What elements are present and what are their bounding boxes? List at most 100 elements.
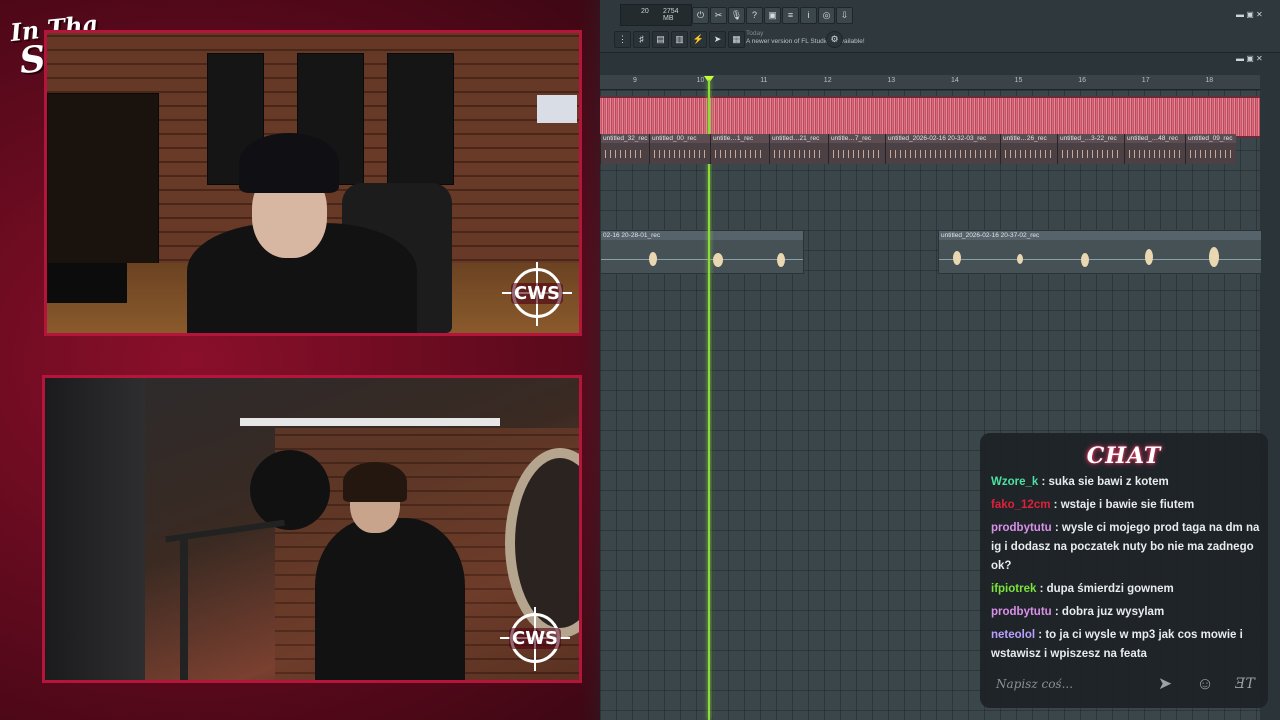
timeline-ruler[interactable]: 9 10 11 12 13 14 15 16 17 18 [600, 75, 1260, 90]
wall-poster [537, 95, 577, 123]
audio-clip[interactable]: untitle…7_rec [828, 134, 885, 164]
rapper-hair [343, 462, 407, 502]
news-day: Today [746, 30, 764, 37]
ruler-bar-number: 18 [1205, 77, 1214, 84]
emoji-icon[interactable]: ☺ [1194, 673, 1216, 695]
chat-message: prodbytutu : wysle ci mojego prod taga n… [991, 522, 1260, 572]
clip-label: untitled…21_rec [772, 135, 820, 142]
audio-clip[interactable]: untitled…21_rec [769, 134, 828, 164]
save-icon[interactable]: ▣ [764, 7, 781, 24]
chat-message: fako_12cm : wstaje i bawie sie fiutem [991, 499, 1195, 511]
playlist-window-controls[interactable]: ▬ ▣ ✕ [1236, 54, 1263, 63]
cws-watermark: CWS [502, 262, 572, 326]
audio-clip[interactable]: untitled_…48_rec [1124, 134, 1185, 164]
chat-message: Wzore_k : suka sie bawi z kotem [991, 476, 1169, 488]
cpu-value: 20 [641, 8, 649, 15]
piano-roll-icon[interactable]: ▥ [671, 31, 688, 48]
ruler-bar-number: 15 [1014, 77, 1023, 84]
chat-message: ifpiotrek : dupa śmierdzi gownem [991, 583, 1174, 595]
playlist-icon[interactable]: ▤ [652, 31, 669, 48]
snap-icon[interactable]: ⋮ [614, 31, 631, 48]
microphone [250, 450, 330, 530]
clip-label: untitle…26_rec [1003, 135, 1047, 142]
mic-stand [180, 538, 188, 680]
mic-boom [165, 519, 285, 543]
audio-clip[interactable]: untitled_…3-22_rec [1057, 134, 1124, 164]
webcam-producer: CWS [44, 30, 582, 336]
clip-label: untitled_00_rec [652, 135, 697, 142]
audio-track-waveform[interactable] [600, 96, 1260, 138]
chat-username[interactable]: neteolol [991, 629, 1035, 641]
ruler-bar-number: 11 [760, 77, 768, 84]
ruler-bar-number: 14 [951, 77, 959, 84]
cut-icon[interactable]: ✂ [710, 7, 727, 24]
audio-clip[interactable]: untitle…1_rec [710, 134, 769, 164]
clip-label: untitled_2026-02-16 20-37-02_rec [941, 232, 1040, 239]
ruler-bar-number: 16 [1078, 77, 1086, 84]
browser-icon[interactable]: ➤ [709, 31, 726, 48]
clip-label: untitle…1_rec [713, 135, 754, 142]
chat-text: wstaje i bawie sie fiutem [1060, 499, 1195, 511]
chat-username[interactable]: prodbytutu [991, 606, 1052, 618]
send-icon[interactable]: ➤ [1154, 673, 1176, 695]
chat-title: CHAT [1086, 443, 1162, 469]
news-panel[interactable]: Today A newer version of FL Studio is av… [746, 30, 866, 50]
chat-message: prodbytutu : dobra juz wysylam [991, 606, 1165, 618]
audio-clip[interactable]: untitled_00_rec [649, 134, 710, 164]
clip-label: untitled_09_rec [1188, 135, 1233, 142]
clip-label: 02-16 20-28-01_rec [603, 232, 661, 239]
fl-toolbar: 20 2754 MB ⏻ ✂ 🎙 ? ▣ ≡ i ◎ ⇩ ⋮ ♯ ▤ ▥ ⚡ ➤… [600, 0, 1280, 53]
ruler-bar-number: 12 [823, 77, 832, 84]
mixer-icon[interactable]: ≡ [782, 7, 799, 24]
piano-keyboard [47, 263, 127, 303]
window-controls[interactable]: ▬ ▣ ✕ [1236, 10, 1263, 19]
playhead-line[interactable] [708, 80, 710, 720]
audio-clip[interactable]: untitled_2026-02-16 20-37-02_rec [938, 230, 1262, 274]
webcam-vocal-booth: CWS [42, 375, 582, 683]
plugin-icon[interactable]: ◎ [818, 7, 835, 24]
clip-label: untitled_…48_rec [1127, 135, 1178, 142]
audio-clip[interactable]: untitled_09_rec [1185, 134, 1236, 164]
settings-icon[interactable]: ⚙ [826, 31, 843, 48]
tools-icon[interactable]: ♯ [633, 31, 650, 48]
acoustic-foam [45, 378, 145, 680]
chat-overlay: CHAT Wzore_k : suka sie bawi z kotem fako… [980, 433, 1268, 708]
mic-icon[interactable]: 🎙 [728, 7, 745, 24]
chat-username[interactable]: fako_12cm [991, 499, 1050, 511]
channel-rack-icon[interactable]: ▦ [728, 31, 745, 48]
doorway [47, 93, 159, 285]
cpu-memory-meter: 20 2754 MB [620, 4, 692, 26]
plug-icon[interactable]: ⚡ [690, 31, 707, 48]
ceiling-light [240, 418, 500, 426]
info-icon[interactable]: i [800, 7, 817, 24]
power-icon[interactable]: ⏻ [692, 7, 709, 24]
ruler-bar-number: 9 [633, 77, 637, 84]
audio-clip[interactable]: untitled_32_rec [600, 134, 649, 164]
audio-clip[interactable]: untitled_2026-02-16 20-32-03_rec [885, 134, 1000, 164]
producer-beanie [239, 133, 339, 193]
chat-messages: Wzore_k : suka sie bawi z kotem fako_12cm… [991, 473, 1263, 668]
download-icon[interactable]: ⇩ [836, 7, 853, 24]
clip-label: untitled_2026-02-16 20-32-03_rec [888, 135, 987, 142]
news-text: A newer version of FL Studio is availabl… [746, 38, 865, 45]
chat-message: neteolol : to ja ci wysle w mp3 jak cos … [991, 629, 1243, 660]
ruler-bar-number: 13 [887, 77, 896, 84]
audio-clip[interactable]: 02-16 20-28-01_rec [600, 230, 804, 274]
chat-text: dupa śmierdzi gownem [1046, 583, 1174, 595]
audio-clip[interactable]: untitle…26_rec [1000, 134, 1057, 164]
chat-username[interactable]: ifpiotrek [991, 583, 1036, 595]
rapper-hoodie [315, 518, 465, 680]
bttv-emote-icon[interactable]: ƎT [1234, 673, 1256, 695]
memory-value: 2754 MB [663, 8, 679, 22]
chat-username[interactable]: Wzore_k [991, 476, 1038, 488]
clip-label: untitled_32_rec [603, 135, 648, 142]
stream-overlay-frame: In Tha Studio! CWS CWS [0, 0, 640, 720]
clip-label: untitle…7_rec [831, 135, 872, 142]
chat-text: suka sie bawi z kotem [1048, 476, 1169, 488]
chat-username[interactable]: prodbytutu [991, 522, 1052, 534]
clip-label: untitled_…3-22_rec [1060, 135, 1117, 142]
chat-text: dobra juz wysylam [1061, 606, 1165, 618]
ruler-bar-number: 17 [1141, 77, 1150, 84]
acoustic-panel [387, 53, 454, 185]
help-icon[interactable]: ? [746, 7, 763, 24]
